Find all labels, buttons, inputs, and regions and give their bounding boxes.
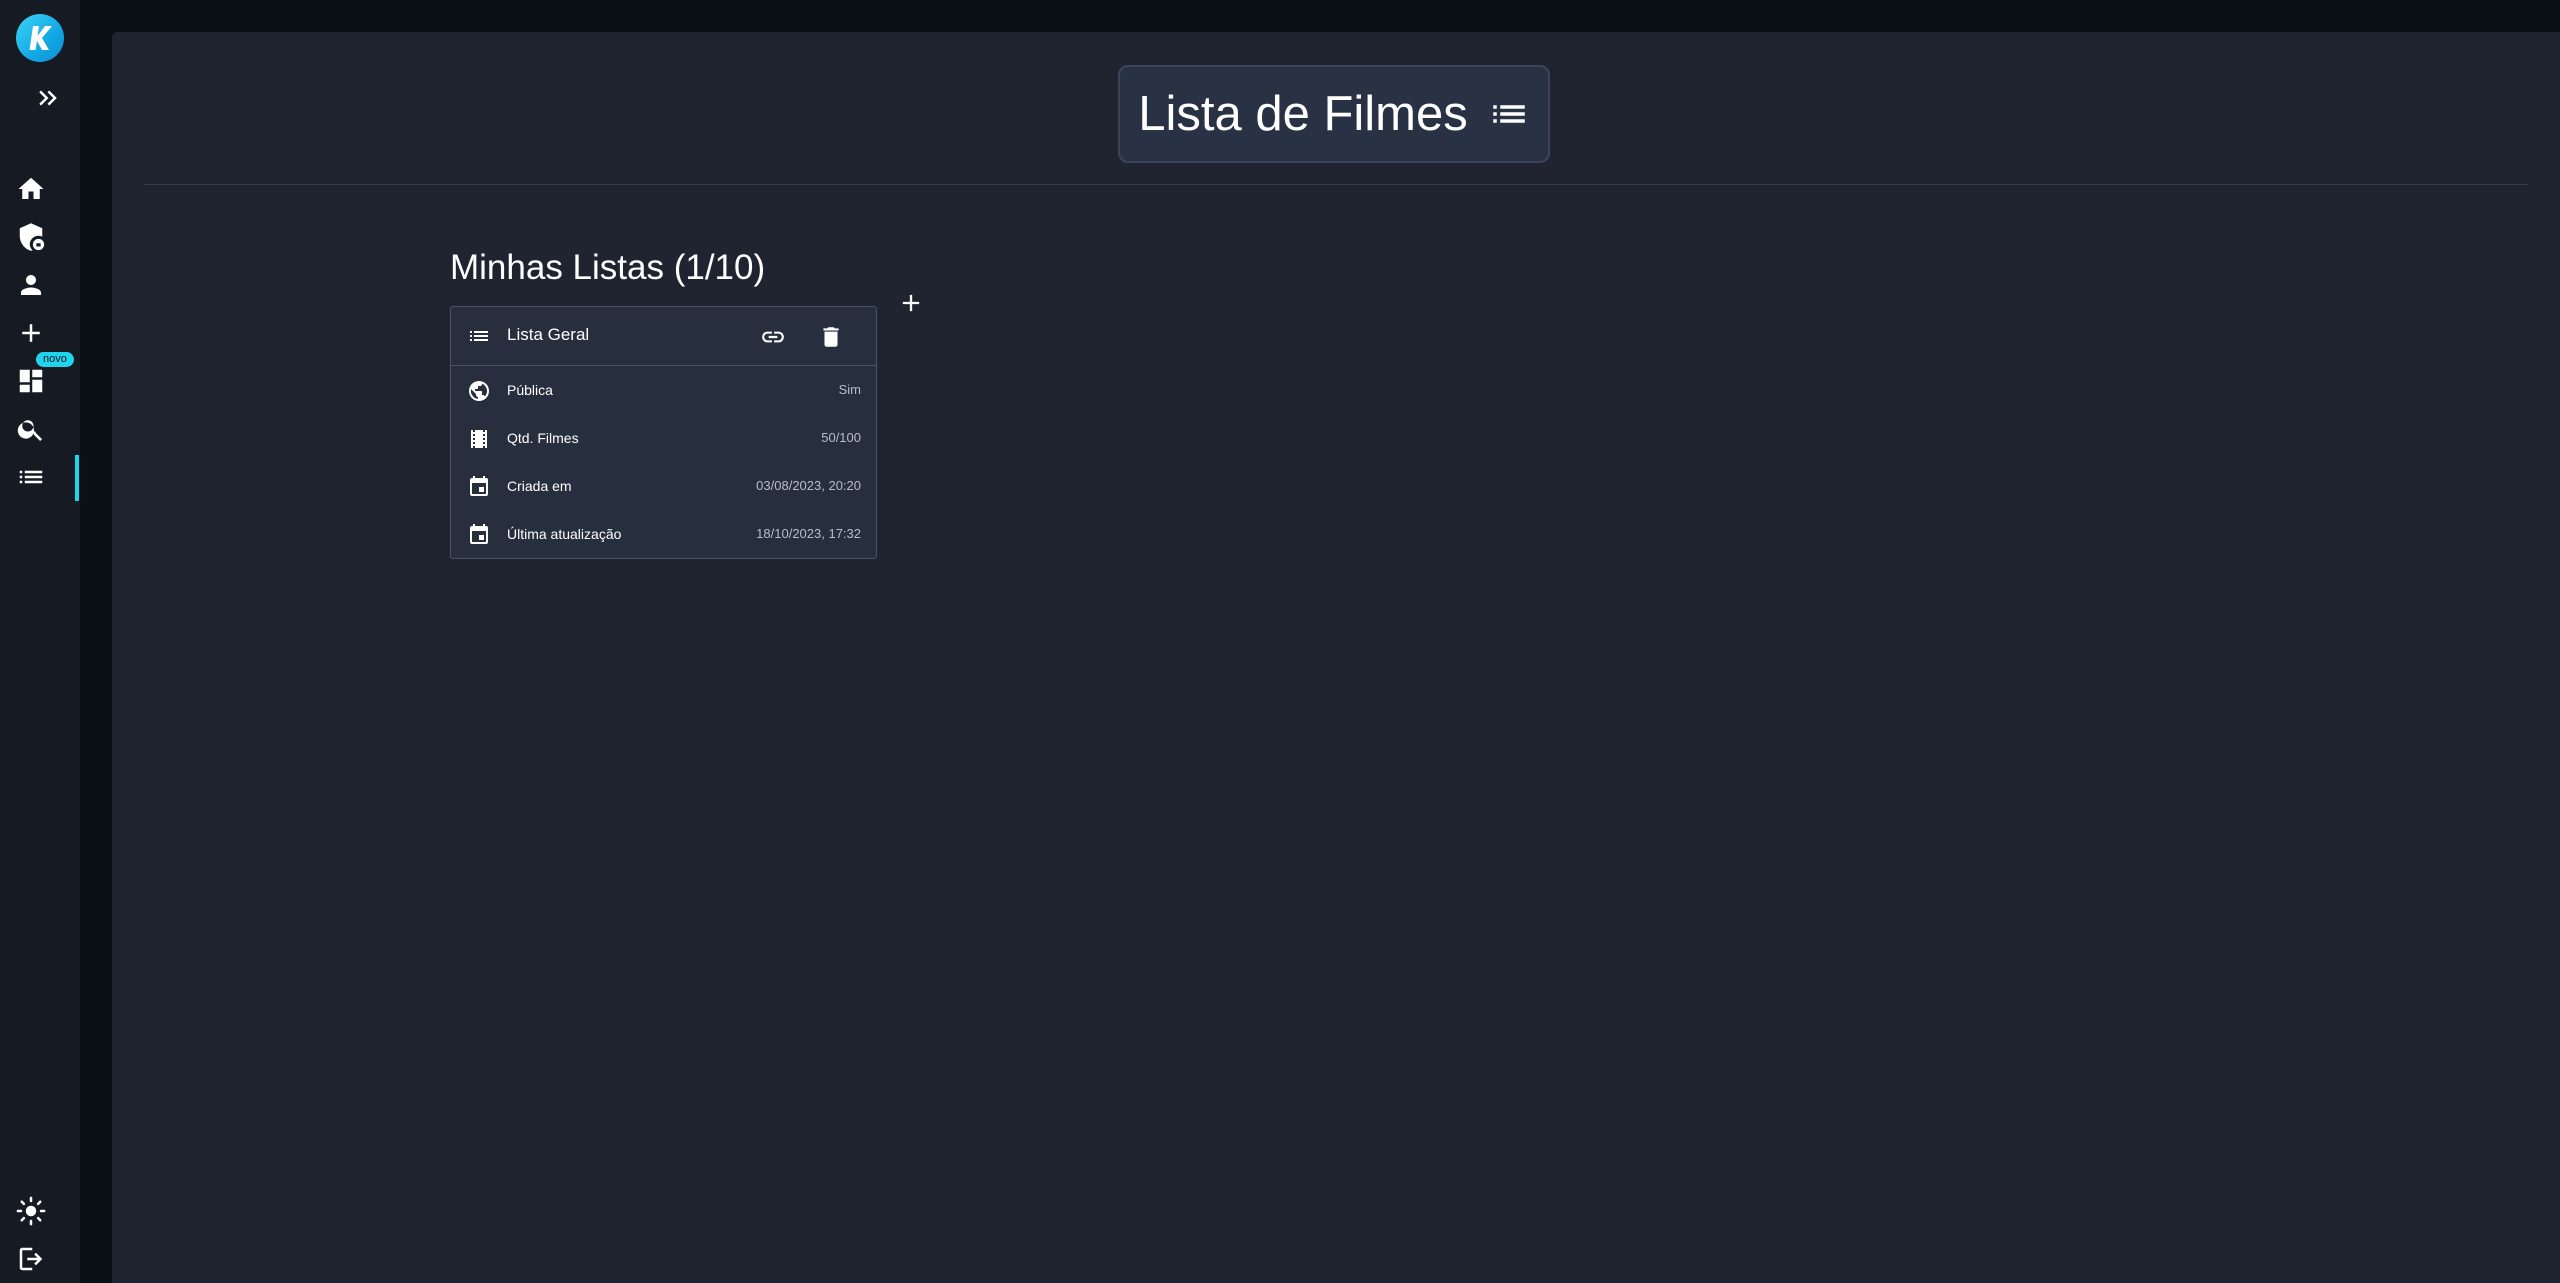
shield-lock-icon	[19, 223, 45, 251]
row-label: Qtd. Filmes	[507, 430, 579, 446]
person-icon	[21, 275, 41, 295]
list-icon	[467, 324, 491, 348]
active-nav-indicator	[75, 455, 79, 501]
delete-list-button[interactable]	[815, 321, 847, 353]
sidebar: novo	[0, 0, 80, 1283]
film-icon	[467, 427, 491, 451]
dashboard-icon	[19, 369, 43, 393]
row-value: Sim	[838, 382, 861, 397]
list-row-updated: Última atualização 18/10/2023, 17:32	[451, 511, 876, 559]
nav-profile[interactable]	[14, 268, 48, 302]
list-icon	[19, 470, 43, 484]
page-title: Lista de Filmes	[1138, 87, 1468, 141]
double-chevron-right-icon	[39, 90, 57, 106]
list-card[interactable]: Lista Geral Pública Sim Qtd. Filmes 50/1…	[450, 306, 877, 559]
calendar-icon	[467, 523, 491, 547]
app-logo[interactable]	[16, 14, 64, 62]
search-icon	[17, 420, 42, 441]
link-icon	[762, 331, 784, 343]
list-row-created: Criada em 03/08/2023, 20:20	[451, 463, 876, 511]
home-icon	[18, 177, 44, 199]
sun-icon	[16, 1196, 46, 1226]
header-divider	[144, 184, 2528, 185]
nav-home[interactable]	[14, 172, 48, 206]
nav-lists[interactable]	[14, 460, 48, 494]
logout-icon	[19, 1247, 43, 1271]
page-title-box: Lista de Filmes	[1118, 65, 1550, 163]
row-value: 18/10/2023, 17:32	[756, 526, 861, 541]
plus-icon	[22, 324, 40, 342]
my-lists-heading: Minhas Listas (1/10)	[450, 248, 766, 287]
list-row-public: Pública Sim	[451, 367, 876, 415]
row-value: 50/100	[821, 430, 861, 445]
globe-icon	[467, 379, 491, 403]
main-content: Lista de Filmes Minhas Listas (1/10) Lis…	[112, 32, 2560, 1283]
expand-sidebar-button[interactable]	[32, 82, 64, 114]
share-link-button[interactable]	[757, 321, 789, 353]
trash-icon	[823, 327, 839, 347]
nav-search[interactable]	[14, 412, 48, 446]
list-icon	[1493, 105, 1525, 123]
plus-icon	[902, 294, 920, 312]
row-label: Criada em	[507, 478, 572, 494]
row-label: Última atualização	[507, 526, 622, 542]
add-list-button[interactable]	[890, 282, 932, 324]
logo-k-icon	[29, 26, 52, 50]
list-row-movie-count: Qtd. Filmes 50/100	[451, 415, 876, 463]
theme-toggle-button[interactable]	[14, 1194, 48, 1228]
calendar-icon	[467, 475, 491, 499]
new-badge: novo	[36, 352, 74, 367]
nav-admin[interactable]	[14, 220, 48, 254]
row-label: Pública	[507, 382, 553, 398]
list-card-header: Lista Geral	[451, 307, 876, 366]
nav-add[interactable]	[14, 316, 48, 350]
row-value: 03/08/2023, 20:20	[756, 478, 861, 493]
nav-dashboard[interactable]	[14, 364, 48, 398]
list-card-title[interactable]: Lista Geral	[507, 325, 589, 345]
logout-button[interactable]	[14, 1242, 48, 1276]
